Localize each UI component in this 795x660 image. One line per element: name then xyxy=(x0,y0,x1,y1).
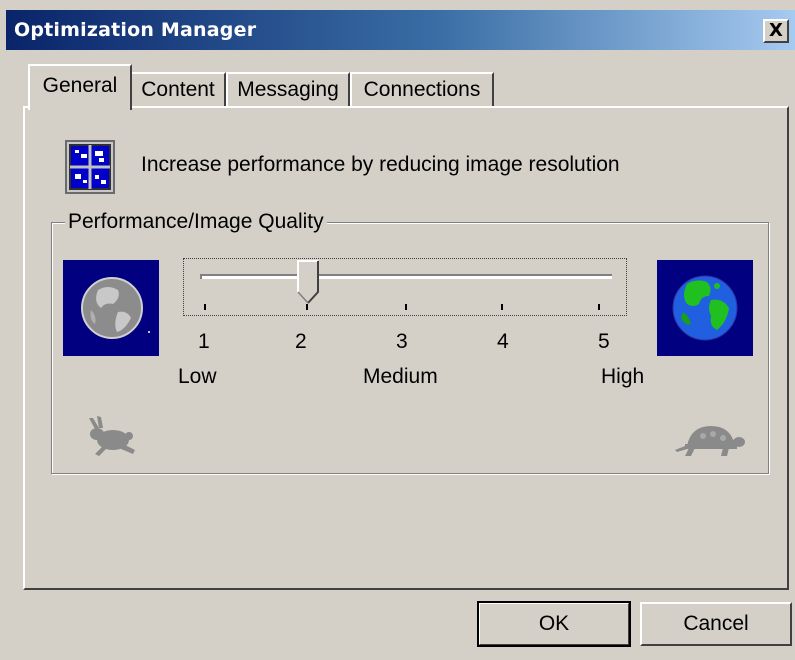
tick-label-2: 2 xyxy=(295,330,307,353)
tick-label-1: 1 xyxy=(198,330,210,353)
range-label-high: High xyxy=(601,365,645,388)
general-tab-panel: Increase performance by reducing image r… xyxy=(23,106,789,590)
title-bar[interactable]: Optimization Manager xyxy=(6,10,795,50)
tab-general[interactable]: General xyxy=(28,64,132,110)
tab-connections-label: Connections xyxy=(363,78,481,101)
slider-track xyxy=(200,274,612,279)
high-resolution-globe-icon xyxy=(657,260,753,356)
description-text: Increase performance by reducing image r… xyxy=(141,153,620,176)
tab-messaging-label: Messaging xyxy=(237,78,339,101)
cancel-button[interactable]: Cancel xyxy=(640,602,792,646)
slider-tick xyxy=(598,304,600,310)
tick-label-4: 4 xyxy=(497,330,509,353)
group-label: Performance/Image Quality xyxy=(65,210,327,234)
slider-tick xyxy=(501,304,503,310)
tab-general-label: General xyxy=(42,74,118,97)
tick-label-5: 5 xyxy=(598,330,610,353)
window-title: Optimization Manager xyxy=(14,19,257,41)
tab-content[interactable]: Content xyxy=(130,72,226,106)
range-label-low: Low xyxy=(178,365,217,388)
image-resolution-icon xyxy=(65,140,115,194)
close-icon: X xyxy=(769,20,783,41)
rabbit-icon xyxy=(83,416,139,458)
close-button[interactable]: X xyxy=(763,19,789,43)
slider-tick xyxy=(204,304,206,310)
range-label-medium: Medium xyxy=(363,365,438,388)
tab-connections[interactable]: Connections xyxy=(350,72,494,106)
slider-tick xyxy=(306,304,308,310)
tick-label-3: 3 xyxy=(396,330,408,353)
turtle-icon xyxy=(673,418,745,460)
slider-thumb[interactable] xyxy=(297,260,319,304)
low-resolution-globe-icon xyxy=(63,260,159,356)
slider-tick xyxy=(405,304,407,310)
tab-content-label: Content xyxy=(141,78,215,101)
ok-button[interactable]: OK xyxy=(477,601,631,647)
optimization-manager-dialog: Optimization Manager X General Content M… xyxy=(0,0,795,660)
tab-messaging[interactable]: Messaging xyxy=(226,72,350,106)
